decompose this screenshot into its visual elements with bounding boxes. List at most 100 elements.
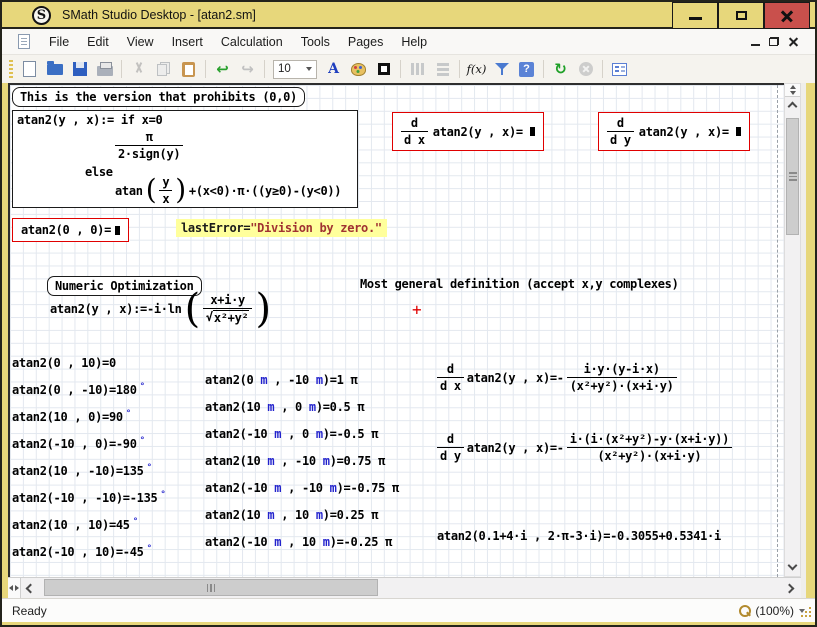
- insert-unit-button[interactable]: [490, 58, 513, 80]
- menu-insert[interactable]: Insert: [163, 31, 212, 53]
- vertical-scrollbar[interactable]: [784, 83, 801, 577]
- deg-result-row[interactable]: atan2(-10 , -10)=-135°: [12, 490, 166, 505]
- save-icon: [73, 62, 87, 76]
- deg-result-row[interactable]: atan2(10 , -10)=135°: [12, 463, 152, 478]
- pi-result-row[interactable]: atan2(10 m , -10 m)=0.75 π: [205, 454, 385, 468]
- open-button[interactable]: [43, 58, 66, 80]
- menu-edit[interactable]: Edit: [78, 31, 118, 53]
- derivative-dy-result[interactable]: dd y atan2(y , x)=- i·(i·(x²+y²)-y·(x+i·…: [437, 432, 732, 463]
- app-logo-icon: S: [32, 6, 51, 25]
- degree-unit: °: [160, 490, 165, 500]
- chevron-up-icon: [788, 102, 798, 112]
- pi-result-row[interactable]: atan2(0 m , -10 m)=1 π: [205, 373, 357, 387]
- cut-button[interactable]: [127, 58, 150, 80]
- status-bar: Ready (100%): [2, 598, 815, 622]
- undo-button[interactable]: ↩: [211, 58, 234, 80]
- split-view-handle[interactable]: [785, 84, 800, 97]
- resize-grip[interactable]: [809, 615, 811, 617]
- empty-placeholder[interactable]: [530, 127, 535, 136]
- menu-calculation[interactable]: Calculation: [212, 31, 292, 53]
- stop-button[interactable]: [574, 58, 597, 80]
- deg-result-row[interactable]: atan2(-10 , 0)=-90°: [12, 436, 145, 451]
- pi-result-row[interactable]: atan2(10 m , 0 m)=0.5 π: [205, 400, 364, 414]
- mdi-restore-icon[interactable]: [769, 37, 779, 46]
- border-toggle-button[interactable]: [372, 58, 395, 80]
- derivative-dx-result[interactable]: dd x atan2(y , x)=- i·y·(y-i·x)(x²+y²)·(…: [437, 362, 677, 393]
- scroll-right-button[interactable]: [783, 579, 799, 597]
- document-icon[interactable]: [18, 34, 30, 49]
- horizontal-scroll-thumb[interactable]: [44, 579, 378, 596]
- deg-result-row[interactable]: atan2(-10 , 10)=-45°: [12, 544, 152, 559]
- redo-button[interactable]: ↪: [236, 58, 259, 80]
- menu-tools[interactable]: Tools: [292, 31, 339, 53]
- mdi-close-icon[interactable]: [788, 36, 799, 47]
- deg-result-row[interactable]: atan2(10 , 0)=90°: [12, 409, 131, 424]
- menu-file[interactable]: File: [40, 31, 78, 53]
- metre-unit: m: [309, 400, 316, 414]
- derivative-dx-placeholder-region[interactable]: d d x atan2(y , x)=: [392, 112, 544, 151]
- menu-help[interactable]: Help: [392, 31, 436, 53]
- pi-result-row[interactable]: atan2(10 m , 10 m)=0.25 π: [205, 508, 378, 522]
- horizontal-scrollbar[interactable]: [8, 577, 801, 598]
- radicand: x²+y²: [213, 310, 250, 325]
- print-button[interactable]: [93, 58, 116, 80]
- numeric-optimization-formula[interactable]: atan2(y , x):=-i·ln ( x+i·y √ x²+y² ): [50, 293, 271, 325]
- zoom-control[interactable]: (100%): [739, 604, 805, 618]
- deg-result-row[interactable]: atan2(0 , 10)=0: [12, 355, 119, 370]
- save-button[interactable]: [68, 58, 91, 80]
- page-break-line: [777, 85, 778, 577]
- degree-unit: °: [126, 409, 131, 419]
- d-dx-operator: dd x: [437, 362, 464, 393]
- pi-result-row[interactable]: atan2(-10 m , 0 m)=-0.5 π: [205, 427, 378, 441]
- split-view-handle[interactable]: [8, 578, 21, 598]
- copy-icon: [157, 62, 170, 76]
- align-horizontal-icon: [411, 63, 424, 75]
- mdi-minimize-icon[interactable]: [751, 44, 760, 47]
- atan-keyword: atan: [115, 184, 143, 198]
- fraction-numerator: y: [159, 175, 172, 189]
- new-file-button[interactable]: [18, 58, 41, 80]
- empty-placeholder[interactable]: [736, 127, 741, 136]
- font-size-select[interactable]: 10: [273, 60, 317, 79]
- fraction-denominator: √ x²+y²: [203, 310, 253, 325]
- copy-button[interactable]: [152, 58, 175, 80]
- background-color-button[interactable]: [347, 58, 370, 80]
- empty-placeholder[interactable]: [115, 226, 120, 235]
- recalculate-button[interactable]: ↻: [549, 58, 572, 80]
- stop-icon: [579, 62, 593, 76]
- scroll-down-button[interactable]: [785, 559, 800, 575]
- recalculate-icon: ↻: [554, 62, 567, 77]
- font-color-button[interactable]: A: [322, 58, 345, 80]
- complex-result-row[interactable]: atan2(0.1+4·i , 2·π-3·i)=-0.3055+0.5341·…: [437, 529, 721, 543]
- complex-log-fraction: x+i·y √ x²+y²: [203, 293, 253, 325]
- atan2-definition-region[interactable]: atan2(y , x):= if x=0 π 2·sign(y) else a…: [12, 110, 358, 208]
- close-button[interactable]: [764, 2, 810, 29]
- pi-result-row[interactable]: atan2(-10 m , -10 m)=-0.75 π: [205, 481, 399, 495]
- minimize-button[interactable]: [672, 2, 718, 29]
- reference-book-button[interactable]: ?: [515, 58, 538, 80]
- deg-result-row[interactable]: atan2(10 , 10)=45°: [12, 517, 138, 532]
- insert-function-button[interactable]: f(x): [465, 58, 488, 80]
- menu-pages[interactable]: Pages: [339, 31, 392, 53]
- vertical-scroll-thumb[interactable]: [786, 118, 799, 235]
- options-button[interactable]: [608, 58, 631, 80]
- toolbar-grip[interactable]: [9, 60, 13, 78]
- undo-icon: ↩: [216, 62, 229, 77]
- align-horizontal-button[interactable]: [406, 58, 429, 80]
- scroll-left-button[interactable]: [21, 579, 37, 597]
- last-error-region[interactable]: lastError="Division by zero.": [176, 219, 387, 237]
- insert-cursor-crosshair[interactable]: +: [412, 300, 422, 319]
- print-icon: [97, 66, 113, 76]
- atan2-zero-zero-region[interactable]: atan2(0 , 0)=: [12, 218, 129, 242]
- deg-result-row[interactable]: atan2(0 , -10)=180°: [12, 382, 145, 397]
- most-general-note[interactable]: Most general definition (accept x,y comp…: [360, 277, 679, 291]
- paste-button[interactable]: [177, 58, 200, 80]
- note-prohibits-region[interactable]: This is the version that prohibits (0,0): [12, 87, 305, 107]
- maximize-button[interactable]: [718, 2, 764, 29]
- scroll-up-button[interactable]: [785, 97, 800, 113]
- font-color-icon: A: [328, 61, 339, 77]
- align-vertical-button[interactable]: [431, 58, 454, 80]
- derivative-dy-placeholder-region[interactable]: d d y atan2(y , x)=: [598, 112, 750, 151]
- menu-view[interactable]: View: [118, 31, 163, 53]
- pi-result-row[interactable]: atan2(-10 m , 10 m)=-0.25 π: [205, 535, 392, 549]
